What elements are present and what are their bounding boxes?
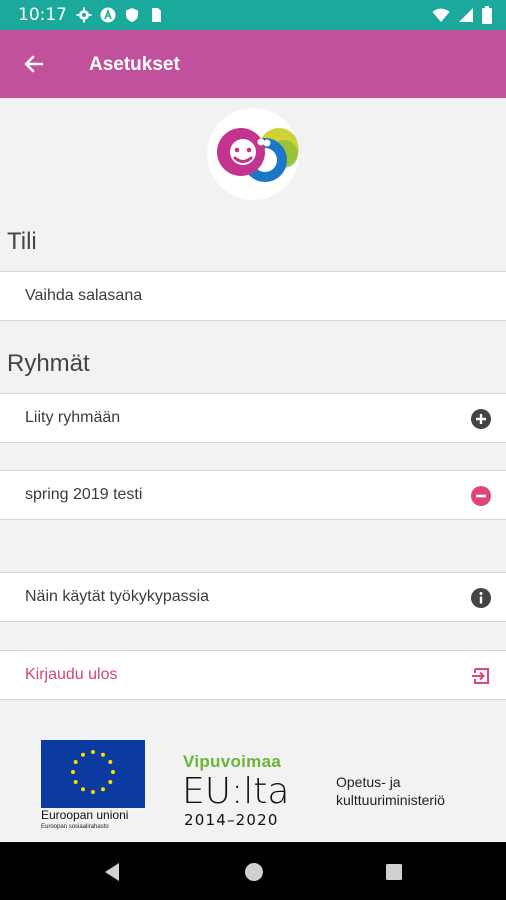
app-logo <box>207 108 299 200</box>
recents-square-icon[interactable] <box>383 861 405 883</box>
page-title: Asetukset <box>89 54 180 75</box>
join-group-label: Liity ryhmään <box>25 409 121 426</box>
gear-icon <box>76 7 92 23</box>
how-to-use-label: Näin käytät työkykypassia <box>25 588 210 605</box>
sim-icon <box>148 7 164 23</box>
eulta-text: EU:lta <box>182 771 290 812</box>
arrow-left-icon[interactable] <box>22 52 46 76</box>
join-group-row[interactable]: Liity ryhmään <box>0 393 506 443</box>
shield-icon <box>124 7 140 23</box>
status-time: 10:17 <box>18 5 67 25</box>
section-title-groups: Ryhmät <box>7 350 90 377</box>
logout-row[interactable]: Kirjaudu ulos <box>0 650 506 700</box>
logout-label: Kirjaudu ulos <box>25 666 118 683</box>
a-icon <box>100 7 116 23</box>
minus-circle-icon[interactable] <box>470 485 492 507</box>
eu-name: Euroopan unioni <box>41 808 129 822</box>
years-text: 2014–2020 <box>184 811 279 829</box>
signal-icon <box>458 7 474 28</box>
how-to-use-row[interactable]: Näin käytät työkykypassia <box>0 572 506 622</box>
navigation-bar <box>0 842 506 900</box>
plus-circle-icon[interactable] <box>470 408 492 430</box>
change-password-row[interactable]: Vaihda salasana <box>0 271 506 321</box>
back-triangle-icon[interactable] <box>101 861 123 883</box>
footer-logos: Euroopan unioni Euroopan sosiaalirahasto… <box>0 700 506 842</box>
change-password-label: Vaihda salasana <box>25 287 143 304</box>
home-circle-icon[interactable] <box>243 861 265 883</box>
group-row[interactable]: spring 2019 testi <box>0 470 506 520</box>
battery-icon <box>482 6 492 29</box>
group-name-label: spring 2019 testi <box>25 486 143 503</box>
wifi-icon <box>432 7 450 28</box>
app-bar: Asetukset <box>0 30 506 98</box>
vipuvoimaa-text: Vipuvoimaa <box>183 752 282 771</box>
ministry-line1: Opetus- ja <box>336 774 401 790</box>
eu-flag-logo <box>41 740 145 808</box>
section-title-account: Tili <box>7 228 37 255</box>
info-icon[interactable] <box>470 587 492 609</box>
eu-fund: Euroopan sosiaalirahasto <box>41 824 109 830</box>
logout-icon[interactable] <box>470 665 492 687</box>
ministry-line2: kulttuuriministeriö <box>336 792 445 808</box>
status-bar: 10:17 <box>0 0 506 30</box>
